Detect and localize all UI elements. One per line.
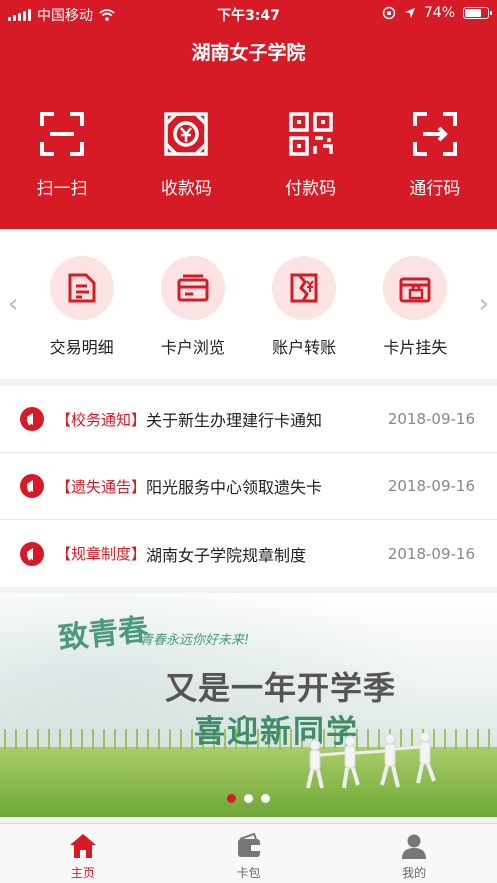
megaphone-icon xyxy=(20,407,44,431)
menu-item-label: 交易明细 xyxy=(49,338,114,357)
user-icon xyxy=(402,834,427,859)
carousel-dot[interactable] xyxy=(227,794,236,803)
orientation-lock-icon xyxy=(382,6,396,20)
quick-action-receive[interactable]: 收款码 xyxy=(124,112,248,199)
news-item[interactable]: 【校务通知】 关于新生办理建行卡通知 2018-09-16 xyxy=(0,386,497,453)
receive-code-icon xyxy=(164,112,209,156)
menu-item-label: 账户转账 xyxy=(272,338,337,357)
news-item[interactable]: 【规章制度】 湖南女子学院规章制度 2018-09-16 xyxy=(0,520,497,587)
carousel-indicator xyxy=(0,794,497,803)
banner-headline: 又是一年开学季 xyxy=(165,669,397,707)
quick-action-pay[interactable]: 付款码 xyxy=(249,112,373,199)
quick-action-label: 扫一扫 xyxy=(36,179,88,199)
pass-code-icon xyxy=(412,112,457,156)
quick-action-label: 付款码 xyxy=(285,179,337,199)
chevron-right-icon[interactable]: › xyxy=(479,289,489,319)
page-title: 湖南女子学院 xyxy=(191,42,306,64)
transfer-icon xyxy=(290,273,318,303)
bottom-tab-bar: 主页 卡包 我的 xyxy=(0,823,497,883)
home-icon xyxy=(69,834,96,858)
promo-banner[interactable]: 致青春 青春永远你好未来! 又是一年开学季 喜迎新同学 xyxy=(0,593,497,817)
news-category: 【遗失通告】 xyxy=(56,477,147,496)
menu-item-card-browse[interactable]: 卡户浏览 xyxy=(137,256,248,358)
menu-item-transfer[interactable]: 账户转账 xyxy=(249,256,360,358)
lock-card-icon xyxy=(399,277,431,303)
quick-action-pass[interactable]: 通行码 xyxy=(373,112,497,199)
menu-item-label: 卡片挂失 xyxy=(383,338,448,357)
quick-action-label: 收款码 xyxy=(160,179,212,199)
wallet-icon xyxy=(237,833,260,857)
status-bar: 中国移动 下午3:47 74% xyxy=(0,0,497,28)
chevron-left-icon[interactable]: ‹ xyxy=(8,289,18,319)
scan-icon xyxy=(40,112,85,156)
document-icon xyxy=(68,273,96,303)
menu-item-label: 卡户浏览 xyxy=(160,338,225,357)
card-icon xyxy=(177,274,209,302)
tab-label: 卡包 xyxy=(236,866,261,880)
news-category: 【校务通知】 xyxy=(56,410,147,429)
location-icon xyxy=(404,8,415,18)
menu-item-report-loss[interactable]: 卡片挂失 xyxy=(360,256,471,358)
news-date: 2018-09-16 xyxy=(387,477,475,495)
tab-label: 主页 xyxy=(70,866,95,880)
tab-home[interactable]: 主页 xyxy=(0,824,166,883)
quick-actions: 扫一扫 收款码 付款码 通行码 xyxy=(0,112,497,199)
quick-action-label: 通行码 xyxy=(409,179,461,199)
tab-card-wallet[interactable]: 卡包 xyxy=(166,824,332,883)
news-title: 阳光服务中心领取遗失卡 xyxy=(146,478,323,497)
banner-brand-text: 致青春 xyxy=(56,612,150,657)
battery-percent: 74% xyxy=(423,5,455,21)
quick-action-scan[interactable]: 扫一扫 xyxy=(0,112,124,199)
news-title: 湖南女子学院规章制度 xyxy=(146,545,307,565)
menu-item-transactions[interactable]: 交易明细 xyxy=(26,256,137,358)
banner-slogan: 青春永远你好未来! xyxy=(140,633,250,648)
news-title: 关于新生办理建行卡通知 xyxy=(146,411,323,430)
pay-code-icon xyxy=(288,112,333,156)
header-area: 中国移动 下午3:47 74% 湖南女子学院 扫一扫 收款码 付款码 通行码 xyxy=(0,0,497,229)
news-item[interactable]: 【遗失通告】 阳光服务中心领取遗失卡 2018-09-16 xyxy=(0,453,497,520)
news-date: 2018-09-16 xyxy=(387,410,475,428)
megaphone-icon xyxy=(20,474,44,498)
function-menu: ‹ › 交易明细 卡户浏览 账户转账 卡片挂失 xyxy=(0,229,497,379)
tab-profile[interactable]: 我的 xyxy=(331,824,497,883)
news-date: 2018-09-16 xyxy=(387,544,475,563)
megaphone-icon xyxy=(20,541,44,566)
carousel-dot[interactable] xyxy=(261,794,270,803)
tab-label: 我的 xyxy=(402,866,427,880)
running-students-illustration xyxy=(306,733,436,789)
carousel-dot[interactable] xyxy=(244,794,253,803)
news-category: 【规章制度】 xyxy=(56,545,147,563)
battery-icon xyxy=(463,7,492,19)
news-list: 【校务通知】 关于新生办理建行卡通知 2018-09-16 【遗失通告】 阳光服… xyxy=(0,386,497,587)
